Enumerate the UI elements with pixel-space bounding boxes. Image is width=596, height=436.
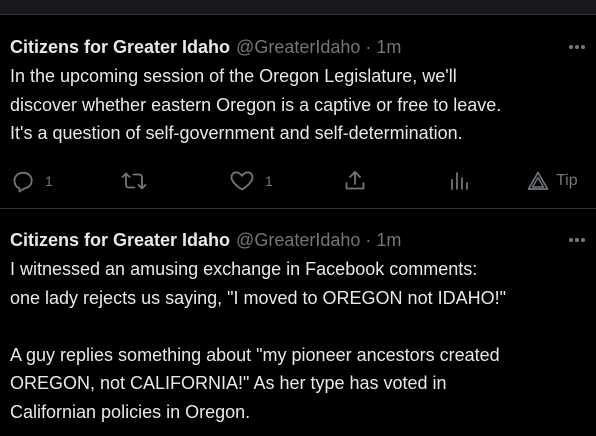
retweet-icon bbox=[121, 172, 147, 190]
tweet-actions: 1 1 Tip bbox=[0, 167, 596, 195]
tip-label: Tip bbox=[556, 172, 578, 189]
reply-icon bbox=[13, 171, 33, 193]
author-handle[interactable]: @GreaterIdaho bbox=[236, 36, 360, 58]
author-name[interactable]: Citizens for Greater Idaho bbox=[10, 36, 230, 58]
tweet-text: I witnessed an amusing exchange in Faceb… bbox=[10, 259, 506, 422]
tweet-header: Citizens for Greater Idaho @GreaterIdaho… bbox=[10, 36, 586, 58]
share-icon bbox=[345, 171, 365, 190]
analytics-icon bbox=[451, 172, 468, 190]
tweet-timestamp[interactable]: 1m bbox=[376, 36, 401, 58]
tweet[interactable]: Citizens for Greater Idaho @GreaterIdaho… bbox=[0, 36, 596, 209]
reply-button[interactable]: 1 bbox=[11, 167, 53, 195]
retweet-button[interactable] bbox=[121, 167, 157, 195]
like-button[interactable]: 1 bbox=[229, 167, 273, 195]
tweet-text: In the upcoming session of the Oregon Le… bbox=[10, 66, 502, 143]
share-button[interactable] bbox=[343, 167, 367, 195]
separator-dot: · bbox=[365, 37, 372, 57]
author-name[interactable]: Citizens for Greater Idaho bbox=[10, 229, 230, 251]
tweet[interactable]: Citizens for Greater Idaho @GreaterIdaho… bbox=[0, 229, 596, 436]
separator-dot: · bbox=[365, 230, 372, 250]
tweet-header: Citizens for Greater Idaho @GreaterIdaho… bbox=[10, 229, 586, 251]
heart-icon bbox=[230, 171, 254, 191]
reply-count: 1 bbox=[45, 173, 53, 189]
tip-icon bbox=[527, 171, 549, 190]
author-handle[interactable]: @GreaterIdaho bbox=[236, 229, 360, 251]
analytics-button[interactable] bbox=[449, 167, 471, 195]
previous-tweet-edge bbox=[0, 0, 596, 15]
like-count: 1 bbox=[265, 173, 273, 189]
tip-button[interactable]: Tip bbox=[527, 167, 578, 195]
more-horizontal-icon[interactable] bbox=[566, 229, 588, 251]
more-horizontal-icon[interactable] bbox=[566, 36, 588, 58]
tweet-timestamp[interactable]: 1m bbox=[376, 229, 401, 251]
